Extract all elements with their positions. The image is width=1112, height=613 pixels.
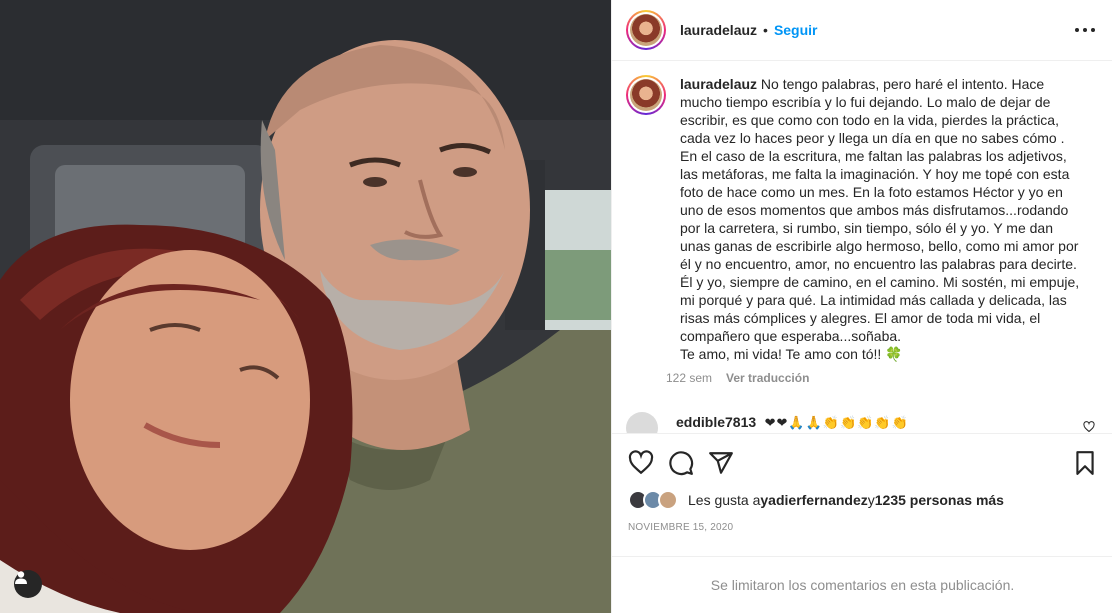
likes-summary: Les gusta a yadierfernandez y 1235 perso…	[628, 490, 1004, 510]
more-options-icon[interactable]	[1075, 22, 1095, 38]
share-paper-plane-icon[interactable]	[708, 450, 734, 476]
caption-body: No tengo palabras, pero haré el intento.…	[680, 76, 1080, 362]
caption-meta: 122 sem Ver traducción	[666, 371, 1082, 385]
post-details-panel: lauradelauz • Seguir lauradelauz No teng…	[611, 0, 1112, 613]
caption-avatar[interactable]	[626, 75, 666, 115]
author-avatar[interactable]	[626, 10, 666, 50]
clover-emoji: 🍀	[885, 346, 903, 362]
see-translation-link[interactable]: Ver traducción	[726, 371, 809, 385]
likes-middle: y	[867, 492, 875, 508]
comment-bubble-icon[interactable]	[668, 450, 694, 476]
liker-username[interactable]: yadierfernandez	[760, 492, 867, 508]
comment-text: ❤❤🙏🙏👏👏👏👏👏	[764, 415, 909, 430]
comment-like-icon[interactable]	[1083, 421, 1095, 433]
follow-button[interactable]: Seguir	[774, 22, 818, 38]
commenter-avatar[interactable]	[626, 412, 658, 433]
action-bar	[612, 433, 1112, 491]
liker-avatar	[658, 490, 678, 510]
caption: lauradelauz No tengo palabras, pero haré…	[626, 75, 1096, 385]
photo-illustration	[0, 0, 611, 613]
person-icon	[15, 571, 27, 584]
post-photo[interactable]	[0, 0, 611, 613]
like-heart-icon[interactable]	[628, 450, 654, 476]
caption-text: lauradelauz No tengo palabras, pero haré…	[680, 75, 1082, 363]
commenter-username[interactable]: eddible7813	[676, 414, 756, 430]
post-header: lauradelauz • Seguir	[612, 0, 1112, 61]
liker-avatars[interactable]	[628, 490, 678, 510]
post-date[interactable]: NOVIEMBRE 15, 2020	[628, 522, 733, 533]
post-age[interactable]: 122 sem	[666, 371, 712, 385]
likes-count[interactable]: 1235 personas más	[875, 492, 1004, 508]
author-username[interactable]: lauradelauz	[680, 22, 757, 38]
save-bookmark-icon[interactable]	[1072, 450, 1098, 476]
avatar-image	[630, 79, 662, 111]
avatar-image	[630, 14, 662, 46]
comment-item: eddible7813 ❤❤🙏🙏👏👏👏👏👏	[626, 410, 1096, 433]
comments-limited-notice: Se limitaron los comentarios en esta pub…	[612, 556, 1112, 613]
caption-username[interactable]: lauradelauz	[680, 76, 757, 92]
comments-section[interactable]: lauradelauz No tengo palabras, pero haré…	[612, 61, 1112, 433]
user-tag-button[interactable]	[14, 570, 42, 598]
separator-dot: •	[763, 22, 768, 38]
likes-prefix: Les gusta a	[688, 492, 761, 508]
